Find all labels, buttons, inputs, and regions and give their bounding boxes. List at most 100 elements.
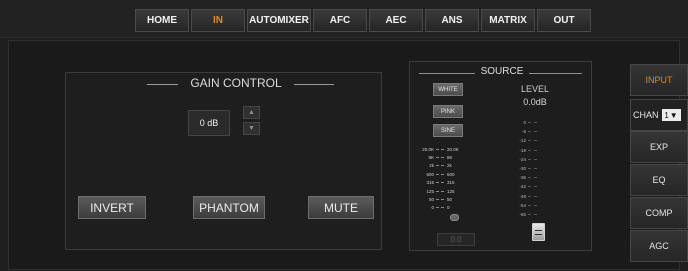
phantom-button[interactable]: PHANTOM xyxy=(193,196,265,219)
db-tick-marks xyxy=(528,177,540,179)
db-tick-label: -60 xyxy=(519,211,526,217)
comp-module-button[interactable]: COMP xyxy=(630,197,688,229)
freq-tick-marks xyxy=(434,173,446,175)
freq-tick-marks xyxy=(434,207,446,209)
gain-control-panel xyxy=(65,72,382,250)
chevron-down-icon: ▼ xyxy=(669,110,678,120)
freq-tick-right: 315 xyxy=(447,180,455,186)
eq-module-button[interactable]: EQ xyxy=(630,164,688,196)
db-scale-row: -24 xyxy=(516,155,552,164)
gain-value-display[interactable]: 0 dB xyxy=(188,110,230,136)
db-scale-row: -54 xyxy=(516,201,552,210)
db-scale-row: -42 xyxy=(516,182,552,191)
level-db-scale: 0 -6 -12 -18 -24 -30 -36 -42 -48 -54 -60 xyxy=(516,118,552,219)
top-navigation-bar: HOME IN AUTOMIXER AFC AEC ANS MATRIX OUT xyxy=(0,0,688,38)
db-scale-row: -36 xyxy=(516,173,552,182)
freq-tick-marks xyxy=(434,148,446,150)
freq-scale-row: 50 50 xyxy=(421,195,471,203)
freq-tick-left: 8K xyxy=(428,155,434,161)
db-tick-label: -18 xyxy=(519,147,526,153)
input-module-button[interactable]: INPUT xyxy=(630,64,688,96)
db-tick-marks xyxy=(528,122,540,124)
tab-automixer[interactable]: AUTOMIXER xyxy=(247,9,311,32)
freq-tick-right: 0 xyxy=(447,205,450,211)
freq-scale-row: 2k 2k xyxy=(421,162,471,170)
freq-tick-right: 8K xyxy=(447,155,453,161)
db-tick-label: -6 xyxy=(521,129,526,135)
freq-scale-row: 600 600 xyxy=(421,170,471,178)
freq-scale-row: 20.0K 20.0K xyxy=(421,145,471,153)
channel-dropdown[interactable]: 1 ▼ xyxy=(661,109,681,121)
db-tick-marks xyxy=(528,186,540,188)
level-fader-handle[interactable] xyxy=(532,223,545,241)
db-tick-marks xyxy=(528,204,540,206)
db-tick-marks xyxy=(528,213,540,215)
db-tick-label: -48 xyxy=(519,193,526,199)
tab-home[interactable]: HOME xyxy=(135,9,189,32)
freq-tick-right: 20.0K xyxy=(447,146,459,152)
db-tick-marks xyxy=(528,158,540,160)
freq-scale-row: 00 xyxy=(421,204,471,212)
db-tick-label: 0 xyxy=(523,120,526,126)
tab-matrix[interactable]: MATRIX xyxy=(481,9,535,32)
tab-in[interactable]: IN xyxy=(191,9,245,32)
mute-button[interactable]: MUTE xyxy=(308,196,374,219)
freq-tick-left: 50 xyxy=(428,197,434,203)
db-tick-label: -30 xyxy=(519,166,526,172)
freq-tick-marks xyxy=(434,199,446,201)
db-tick-label: -54 xyxy=(519,202,526,208)
source-title-divider-right xyxy=(529,73,582,74)
freq-tick-left: 600 xyxy=(426,171,434,177)
agc-module-button[interactable]: AGC xyxy=(630,230,688,262)
exp-module-button[interactable]: EXP xyxy=(630,131,688,163)
db-tick-label: -12 xyxy=(519,138,526,144)
db-scale-row: -48 xyxy=(516,192,552,201)
db-tick-label: -42 xyxy=(519,184,526,190)
db-tick-marks xyxy=(528,140,540,142)
db-tick-marks xyxy=(528,168,540,170)
channel-label: CHAN xyxy=(633,110,659,120)
db-tick-marks xyxy=(528,195,540,197)
arrow-down-icon: ▼ xyxy=(248,125,255,132)
db-tick-marks xyxy=(528,131,540,133)
channel-selector: CHAN 1 ▼ xyxy=(630,99,688,131)
freq-scale-row: 8K 8K xyxy=(421,153,471,161)
db-tick-marks xyxy=(528,149,540,151)
source-title-divider-left xyxy=(419,73,475,74)
gain-up-button[interactable]: ▲ xyxy=(243,106,260,119)
level-label: LEVEL xyxy=(520,84,550,94)
sine-button[interactable]: SINE xyxy=(433,124,463,137)
pink-noise-button[interactable]: PINK xyxy=(433,105,463,118)
freq-tick-left: 0 xyxy=(431,205,434,211)
gain-control-title: GAIN CONTROL xyxy=(190,76,282,90)
source-title: SOURCE xyxy=(480,66,524,77)
freq-tick-left: 2k xyxy=(429,163,434,169)
tab-ans[interactable]: ANS xyxy=(425,9,479,32)
white-noise-button[interactable]: WHITE xyxy=(433,83,463,96)
freq-tick-right: 50 xyxy=(447,197,453,203)
gain-title-divider-left xyxy=(147,84,178,85)
db-scale-row: -60 xyxy=(516,210,552,219)
invert-button[interactable]: INVERT xyxy=(78,196,146,219)
db-tick-label: -36 xyxy=(519,175,526,181)
freq-scale-row: 125 125 xyxy=(421,187,471,195)
main-nav: HOME IN AUTOMIXER AFC AEC ANS MATRIX OUT xyxy=(135,9,591,32)
freq-tick-right: 2k xyxy=(447,163,452,169)
tab-aec[interactable]: AEC xyxy=(369,9,423,32)
tab-afc[interactable]: AFC xyxy=(313,9,367,32)
freq-tick-marks xyxy=(434,190,446,192)
freq-tick-marks xyxy=(434,157,446,159)
db-scale-row: 0 xyxy=(516,118,552,127)
frequency-scale: 20.0K 20.0K 8K 8K 2k 2k 600 600 315 315 125 12… xyxy=(421,145,471,212)
db-scale-row: -6 xyxy=(516,127,552,136)
frequency-readout[interactable]: 0.0 xyxy=(437,233,475,246)
freq-tick-left: 125 xyxy=(426,188,434,194)
db-scale-row: -18 xyxy=(516,146,552,155)
freq-tick-left: 20.0K xyxy=(422,146,434,152)
db-scale-row: -30 xyxy=(516,164,552,173)
gain-title-divider-right xyxy=(294,84,334,85)
gain-down-button[interactable]: ▼ xyxy=(243,122,260,135)
tab-out[interactable]: OUT xyxy=(537,9,591,32)
frequency-slider-knob[interactable] xyxy=(450,214,459,221)
freq-tick-marks xyxy=(434,182,446,184)
